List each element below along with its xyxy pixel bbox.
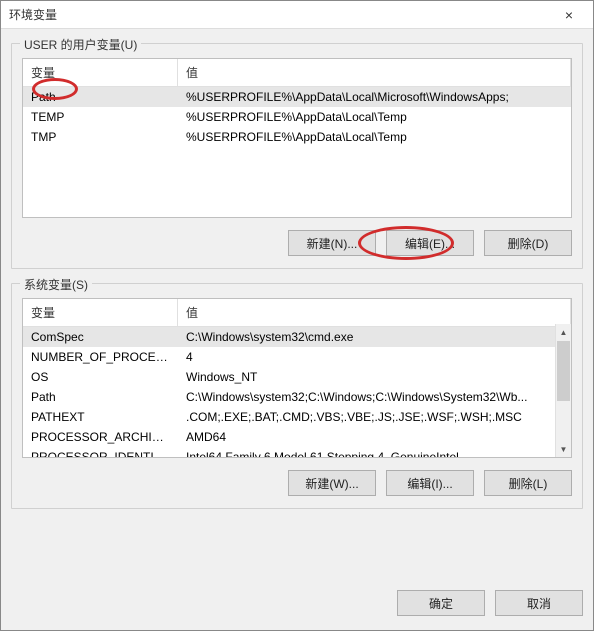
cell-name: PROCESSOR_ARCHITECT... <box>23 430 178 444</box>
table-row[interactable]: PROCESSOR_ARCHITECT... AMD64 <box>23 427 571 447</box>
cell-value: .COM;.EXE;.BAT;.CMD;.VBS;.VBE;.JS;.JSE;.… <box>178 410 571 424</box>
user-col-name[interactable]: 变量 <box>23 59 178 86</box>
cell-value: C:\Windows\system32\cmd.exe <box>178 330 571 344</box>
cell-name: PATHEXT <box>23 410 178 424</box>
user-col-value[interactable]: 值 <box>178 59 571 86</box>
cell-name: NUMBER_OF_PROCESSORS <box>23 350 178 364</box>
close-icon[interactable]: × <box>549 7 589 23</box>
system-vars-listbox[interactable]: 变量 值 ComSpec C:\Windows\system32\cmd.exe… <box>22 298 572 458</box>
system-col-value[interactable]: 值 <box>178 299 571 326</box>
cell-name: Path <box>23 90 178 104</box>
cell-value: AMD64 <box>178 430 571 444</box>
system-vars-group: 系统变量(S) 变量 值 ComSpec C:\Windows\system32… <box>11 283 583 509</box>
system-new-button[interactable]: 新建(W)... <box>288 470 376 496</box>
user-list-body: Path %USERPROFILE%\AppData\Local\Microso… <box>23 87 571 147</box>
system-delete-button[interactable]: 删除(L) <box>484 470 572 496</box>
cell-value: Windows_NT <box>178 370 571 384</box>
cell-name: TEMP <box>23 110 178 124</box>
table-row[interactable]: PATHEXT .COM;.EXE;.BAT;.CMD;.VBS;.VBE;.J… <box>23 407 571 427</box>
user-button-row: 新建(N)... 编辑(E)... 删除(D) <box>22 230 572 256</box>
system-col-name[interactable]: 变量 <box>23 299 178 326</box>
cell-value: %USERPROFILE%\AppData\Local\Temp <box>178 130 571 144</box>
system-scrollbar[interactable]: ▲ ▼ <box>555 324 571 457</box>
cell-value: Intel64 Family 6 Model 61 Stepping 4, Ge… <box>178 450 571 458</box>
table-row[interactable]: PROCESSOR_IDENTIFIER Intel64 Family 6 Mo… <box>23 447 571 458</box>
ok-button[interactable]: 确定 <box>397 590 485 616</box>
cell-name: Path <box>23 390 178 404</box>
window-title: 环境变量 <box>9 6 549 23</box>
titlebar: 环境变量 × <box>1 1 593 29</box>
system-edit-button[interactable]: 编辑(I)... <box>386 470 474 496</box>
cell-name: TMP <box>23 130 178 144</box>
scroll-thumb[interactable] <box>557 341 570 401</box>
table-row[interactable]: TEMP %USERPROFILE%\AppData\Local\Temp <box>23 107 571 127</box>
system-list-body: ComSpec C:\Windows\system32\cmd.exe NUMB… <box>23 327 571 458</box>
cell-value: C:\Windows\system32;C:\Windows;C:\Window… <box>178 390 571 404</box>
user-delete-button[interactable]: 删除(D) <box>484 230 572 256</box>
table-row[interactable]: Path C:\Windows\system32;C:\Windows;C:\W… <box>23 387 571 407</box>
table-row[interactable]: Path %USERPROFILE%\AppData\Local\Microso… <box>23 87 571 107</box>
env-vars-dialog: 环境变量 × USER 的用户变量(U) 变量 值 Path %USERPROF… <box>0 0 594 631</box>
scroll-down-icon[interactable]: ▼ <box>556 441 571 457</box>
user-edit-button[interactable]: 编辑(E)... <box>386 230 474 256</box>
system-group-title: 系统变量(S) <box>20 276 92 293</box>
cell-value: %USERPROFILE%\AppData\Local\Microsoft\Wi… <box>178 90 571 104</box>
table-row[interactable]: TMP %USERPROFILE%\AppData\Local\Temp <box>23 127 571 147</box>
cell-value: %USERPROFILE%\AppData\Local\Temp <box>178 110 571 124</box>
table-row[interactable]: OS Windows_NT <box>23 367 571 387</box>
user-list-header: 变量 值 <box>23 59 571 87</box>
table-row[interactable]: NUMBER_OF_PROCESSORS 4 <box>23 347 571 367</box>
user-new-button[interactable]: 新建(N)... <box>288 230 376 256</box>
cell-value: 4 <box>178 350 571 364</box>
scroll-up-icon[interactable]: ▲ <box>556 324 571 340</box>
cell-name: PROCESSOR_IDENTIFIER <box>23 450 178 458</box>
cancel-button[interactable]: 取消 <box>495 590 583 616</box>
user-group-title: USER 的用户变量(U) <box>20 36 141 53</box>
user-vars-listbox[interactable]: 变量 值 Path %USERPROFILE%\AppData\Local\Mi… <box>22 58 572 218</box>
content-area: USER 的用户变量(U) 变量 值 Path %USERPROFILE%\Ap… <box>1 29 593 586</box>
cell-name: OS <box>23 370 178 384</box>
table-row[interactable]: ComSpec C:\Windows\system32\cmd.exe <box>23 327 571 347</box>
system-button-row: 新建(W)... 编辑(I)... 删除(L) <box>22 470 572 496</box>
system-list-header: 变量 值 <box>23 299 571 327</box>
cell-name: ComSpec <box>23 330 178 344</box>
dialog-footer: 确定 取消 <box>1 586 593 630</box>
user-vars-group: USER 的用户变量(U) 变量 值 Path %USERPROFILE%\Ap… <box>11 43 583 269</box>
